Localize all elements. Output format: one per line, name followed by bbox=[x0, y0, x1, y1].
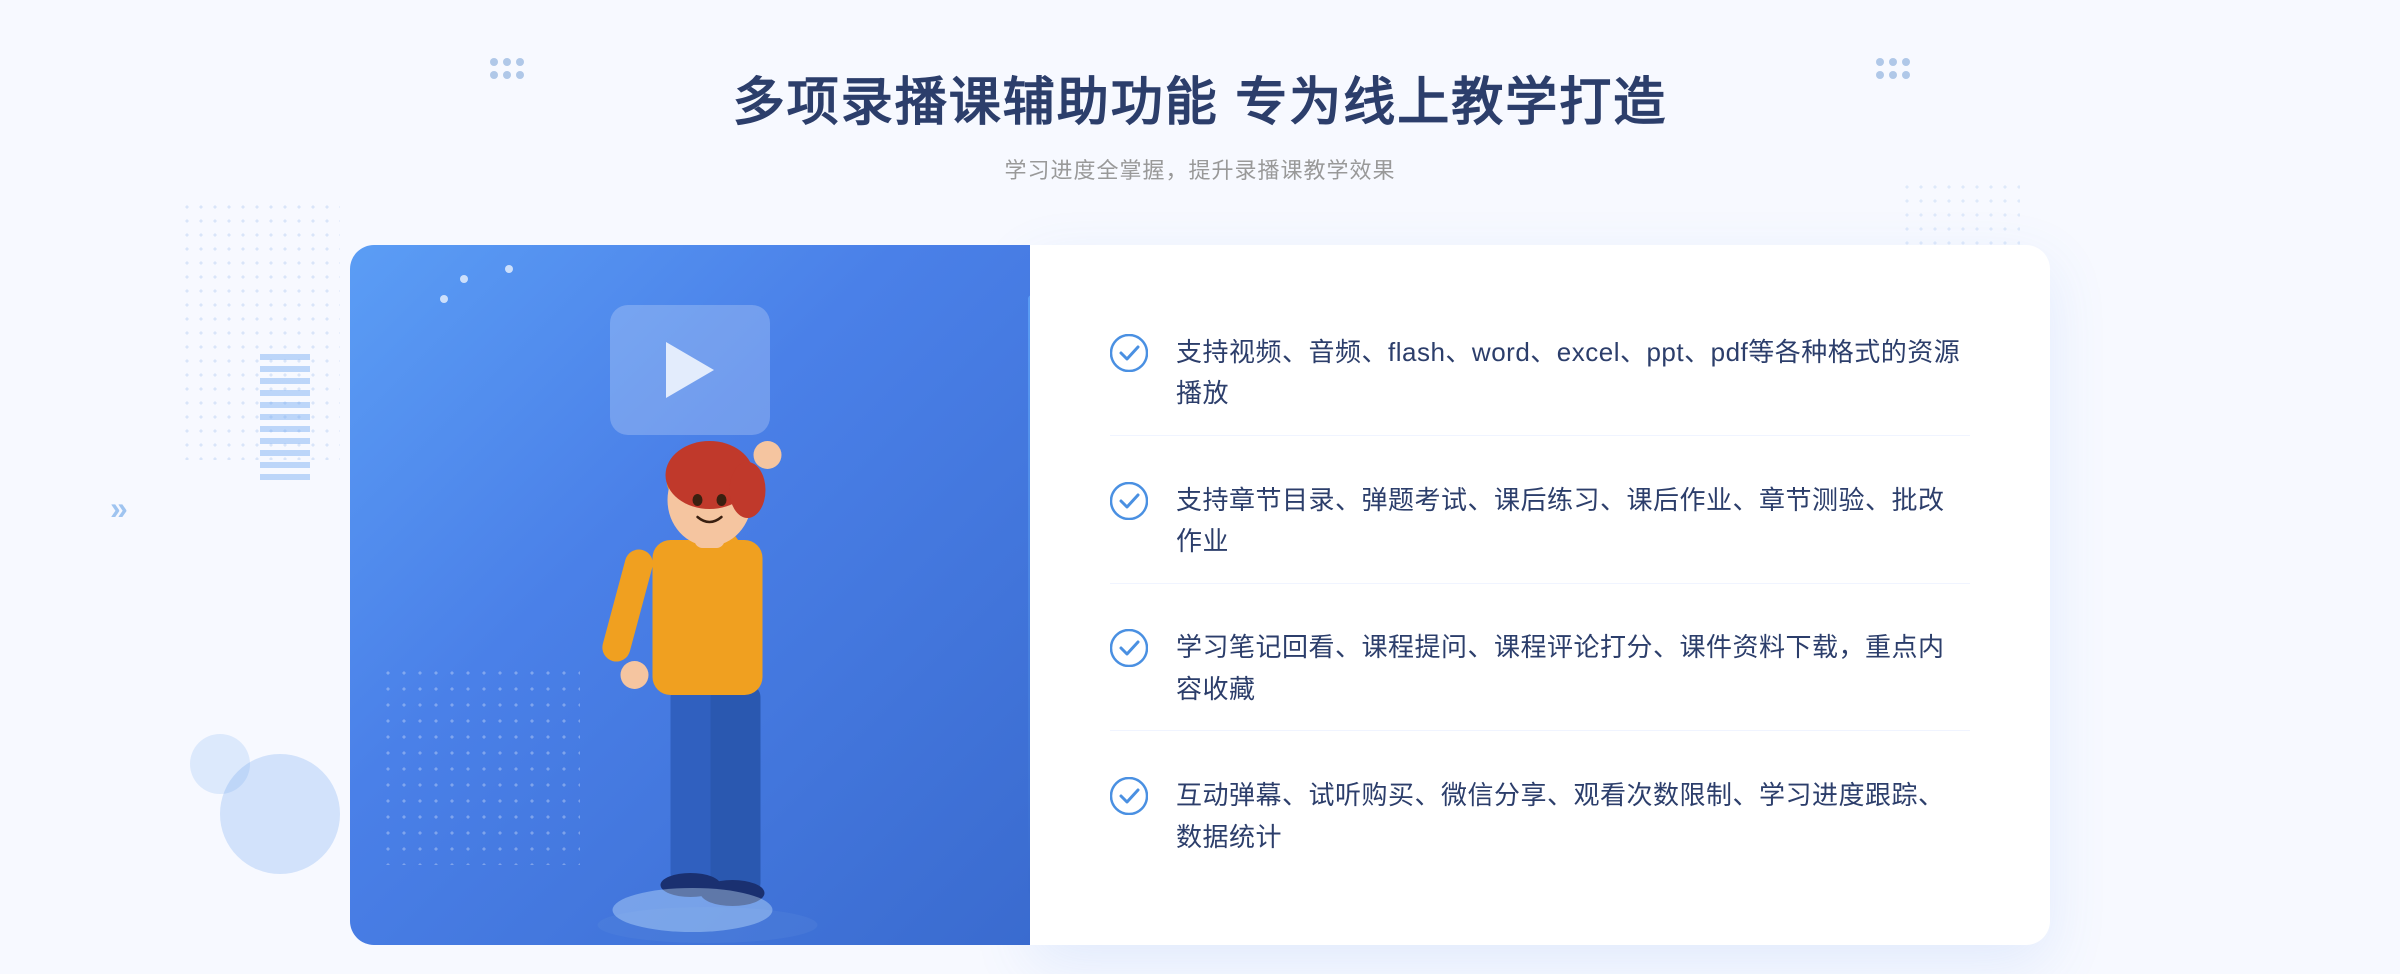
check-icon-3 bbox=[1110, 629, 1148, 667]
feature-text-3: 学习笔记回看、课程提问、课程评论打分、课件资料下载，重点内容收藏 bbox=[1176, 627, 1970, 710]
header-section: 多项录播课辅助功能 专为线上教学打造 学习进度全掌握，提升录播课教学效果 bbox=[733, 60, 1667, 185]
right-panel: 支持视频、音频、flash、word、excel、ppt、pdf等各种格式的资源… bbox=[1030, 245, 2050, 945]
feature-text-1: 支持视频、音频、flash、word、excel、ppt、pdf等各种格式的资源… bbox=[1176, 332, 1970, 415]
check-icon-1 bbox=[1110, 334, 1148, 372]
sparkle-1 bbox=[460, 275, 468, 283]
feature-item-2: 支持章节目录、弹题考试、课后练习、课后作业、章节测验、批改作业 bbox=[1110, 460, 1970, 584]
dots-decoration-left bbox=[490, 58, 524, 79]
check-icon-2 bbox=[1110, 482, 1148, 520]
sparkle-2 bbox=[440, 295, 448, 303]
page-container: » 多项录播课辅助功能 专为线上教学打造 学习进度全掌握，提升录播课教学效果 bbox=[0, 0, 2400, 974]
check-icon-4 bbox=[1110, 777, 1148, 815]
feature-item-1: 支持视频、音频、flash、word、excel、ppt、pdf等各种格式的资源… bbox=[1110, 312, 1970, 436]
left-panel bbox=[350, 245, 1030, 945]
feature-item-3: 学习笔记回看、课程提问、课程评论打分、课件资料下载，重点内容收藏 bbox=[1110, 607, 1970, 731]
blue-divider-bar bbox=[1028, 295, 1030, 895]
chevron-left-decoration: » bbox=[110, 490, 128, 527]
main-title: 多项录播课辅助功能 专为线上教学打造 bbox=[733, 60, 1667, 135]
content-area: 支持视频、音频、flash、word、excel、ppt、pdf等各种格式的资源… bbox=[350, 245, 2050, 945]
feature-text-4: 互动弹幕、试听购买、微信分享、观看次数限制、学习进度跟踪、数据统计 bbox=[1176, 775, 1970, 858]
dots-decoration-right bbox=[1876, 58, 1910, 79]
striped-rect-decoration bbox=[260, 350, 310, 480]
sparkle-3 bbox=[505, 265, 513, 273]
circle-decoration-small bbox=[190, 734, 250, 794]
feature-item-4: 互动弹幕、试听购买、微信分享、观看次数限制、学习进度跟踪、数据统计 bbox=[1110, 755, 1970, 878]
feature-text-2: 支持章节目录、弹题考试、课后练习、课后作业、章节测验、批改作业 bbox=[1176, 480, 1970, 563]
illustration-figure bbox=[533, 365, 883, 945]
sub-title: 学习进度全掌握，提升录播课教学效果 bbox=[733, 153, 1667, 185]
